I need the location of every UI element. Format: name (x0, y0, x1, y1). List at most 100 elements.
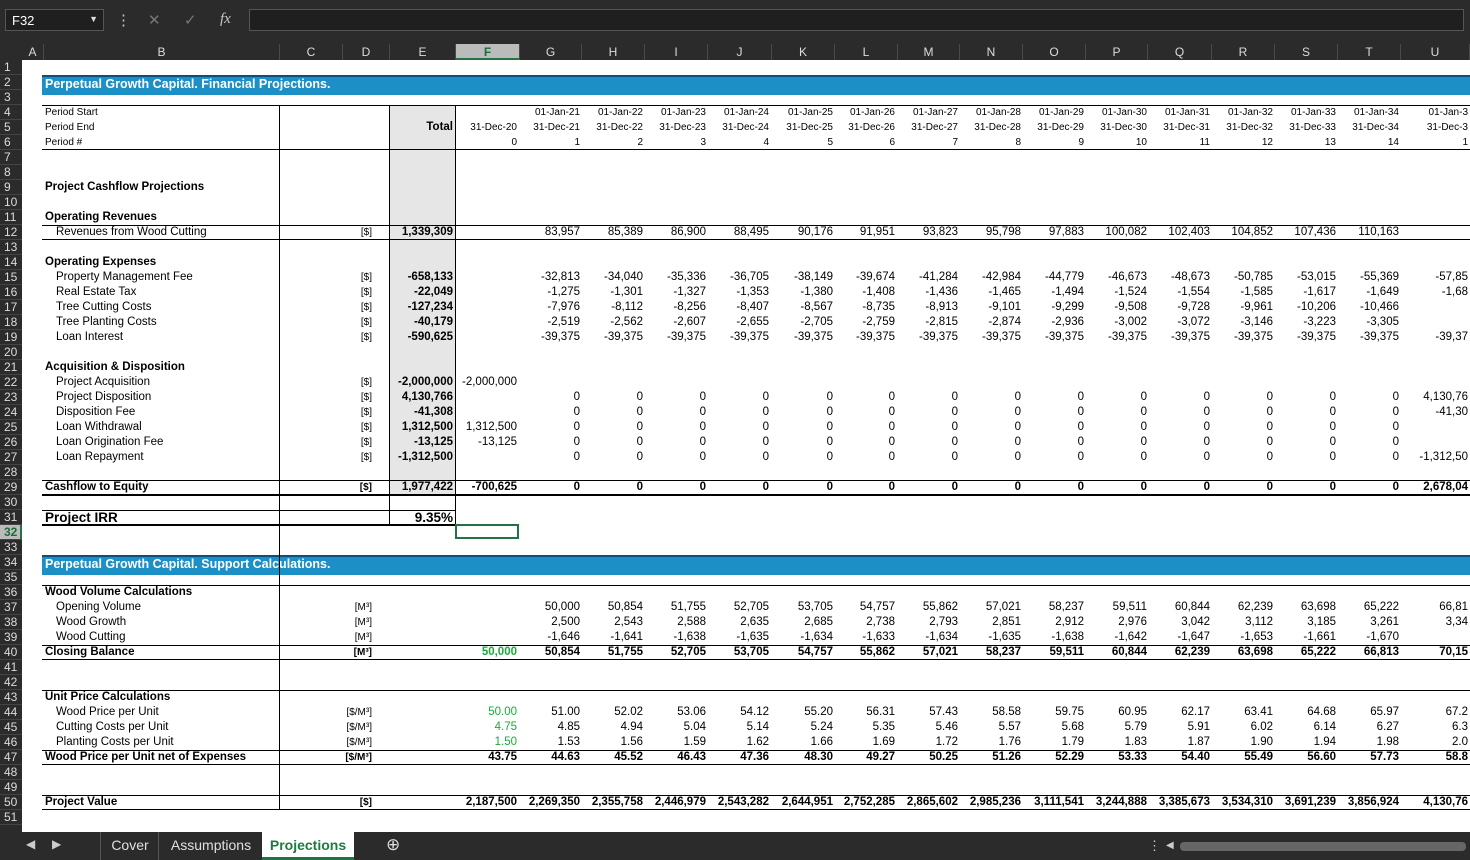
row-header[interactable]: 35 (0, 570, 22, 585)
tab-cover[interactable]: Cover (100, 832, 159, 860)
row-header[interactable]: 23 (0, 390, 22, 405)
row-header[interactable]: 20 (0, 345, 22, 360)
confirm-icon[interactable]: ✓ (184, 11, 197, 29)
row-header[interactable]: 51 (0, 810, 22, 825)
chevron-down-icon[interactable]: ▼ (89, 14, 98, 24)
spreadsheet-grid[interactable]: Perpetual Growth Capital. Financial Proj… (22, 60, 1470, 832)
row-header[interactable]: 27 (0, 450, 22, 465)
row-header[interactable]: 38 (0, 615, 22, 630)
row-header[interactable]: 10 (0, 195, 22, 210)
column-header[interactable]: L (835, 44, 898, 60)
row-header[interactable]: 11 (0, 210, 22, 225)
row-header[interactable]: 44 (0, 705, 22, 720)
column-header[interactable]: C (280, 44, 343, 60)
column-header[interactable]: E (390, 44, 456, 60)
row-header[interactable]: 4 (0, 105, 22, 120)
row-header[interactable]: 19 (0, 330, 22, 345)
row-header[interactable]: 26 (0, 435, 22, 450)
column-header[interactable]: T (1338, 44, 1401, 60)
add-sheet-icon[interactable]: ⊕ (386, 835, 400, 855)
column-header[interactable]: H (582, 44, 645, 60)
horizontal-scrollbar[interactable] (1180, 842, 1466, 851)
row-header[interactable]: 28 (0, 465, 22, 480)
row-header[interactable]: 45 (0, 720, 22, 735)
row-header[interactable]: 31 (0, 510, 22, 525)
value-cell: 1.76 (998, 736, 1021, 748)
row-header[interactable]: 13 (0, 240, 22, 255)
cancel-icon[interactable]: ✕ (148, 11, 161, 29)
row-header[interactable]: 43 (0, 690, 22, 705)
row-header[interactable]: 30 (0, 495, 22, 510)
row-header[interactable]: 17 (0, 300, 22, 315)
row-header[interactable]: 36 (0, 585, 22, 600)
value-cell: 59.75 (1055, 706, 1084, 718)
row-header[interactable]: 22 (0, 375, 22, 390)
column-header[interactable]: P (1086, 44, 1148, 60)
scroll-left-icon[interactable]: ◀ (26, 837, 35, 851)
column-header[interactable]: A (22, 44, 44, 60)
row-header[interactable]: 24 (0, 405, 22, 420)
scroll-left-icon[interactable]: ◀ (1166, 840, 1174, 851)
row-header[interactable]: 25 (0, 420, 22, 435)
row-header[interactable]: 39 (0, 630, 22, 645)
column-header[interactable]: U (1401, 44, 1470, 60)
value-cell: 2,635 (740, 616, 769, 628)
row-header[interactable]: 29 (0, 480, 22, 495)
row-header[interactable]: 48 (0, 765, 22, 780)
column-header[interactable]: G (520, 44, 582, 60)
row-header[interactable]: 14 (0, 255, 22, 270)
column-header[interactable]: Q (1148, 44, 1212, 60)
row-header[interactable]: 21 (0, 360, 22, 375)
column-header[interactable]: D (343, 44, 390, 60)
period-number-cell: 1 (1462, 137, 1468, 148)
column-header[interactable]: R (1212, 44, 1275, 60)
row-header[interactable]: 50 (0, 795, 22, 810)
row-header[interactable]: 12 (0, 225, 22, 240)
row-header[interactable]: 15 (0, 270, 22, 285)
row-header[interactable]: 18 (0, 315, 22, 330)
value-cell: 62.17 (1181, 706, 1210, 718)
row-header[interactable]: 41 (0, 660, 22, 675)
row-header[interactable]: 34 (0, 555, 22, 570)
tab-projections[interactable]: Projections (262, 832, 354, 860)
row-header[interactable]: 5 (0, 120, 22, 135)
row-header[interactable]: 46 (0, 735, 22, 750)
more-options-icon[interactable]: ⋮ (1148, 838, 1161, 854)
value-cell: 53,705 (733, 646, 769, 658)
row-header[interactable]: 47 (0, 750, 22, 765)
row-header[interactable]: 40 (0, 645, 22, 660)
column-header[interactable]: I (645, 44, 708, 60)
row-headers: 1 2 3 4 5 6 7 8 9 10 11 12 13 14 15 16 17 18 19 20 21 22 23 24 2… (0, 60, 22, 832)
column-header[interactable]: N (960, 44, 1023, 60)
row-header[interactable]: 7 (0, 150, 22, 165)
row-header[interactable]: 37 (0, 600, 22, 615)
column-header[interactable]: K (772, 44, 835, 60)
tab-assumptions[interactable]: Assumptions (158, 832, 263, 860)
column-header[interactable]: B (44, 44, 280, 60)
name-box[interactable]: F32 ▼ (5, 9, 104, 31)
more-options-icon[interactable]: ⋮ (116, 11, 131, 29)
scroll-right-icon[interactable]: ▶ (52, 837, 61, 851)
row-header[interactable]: 9 (0, 180, 22, 195)
row-header[interactable]: 3 (0, 90, 22, 105)
row-header[interactable]: 8 (0, 165, 22, 180)
selected-cell[interactable] (455, 524, 519, 539)
row-header[interactable]: 49 (0, 780, 22, 795)
row-header[interactable]: 6 (0, 135, 22, 150)
column-header[interactable]: O (1023, 44, 1086, 60)
row-header[interactable]: 16 (0, 285, 22, 300)
row-header[interactable]: 33 (0, 540, 22, 555)
column-header[interactable]: F (456, 44, 520, 60)
row-header[interactable]: 32 (0, 525, 22, 540)
column-header[interactable]: M (898, 44, 960, 60)
border-line (42, 659, 1470, 660)
row-header[interactable]: 1 (0, 60, 22, 75)
value-cell: -1,380 (800, 286, 833, 298)
column-header[interactable]: J (708, 44, 772, 60)
formula-input[interactable] (249, 9, 1464, 31)
value-cell: 4.85 (557, 721, 580, 733)
column-header[interactable]: S (1275, 44, 1338, 60)
row-header[interactable]: 42 (0, 675, 22, 690)
insert-function-icon[interactable]: fx (220, 11, 231, 28)
row-header[interactable]: 2 (0, 75, 22, 90)
